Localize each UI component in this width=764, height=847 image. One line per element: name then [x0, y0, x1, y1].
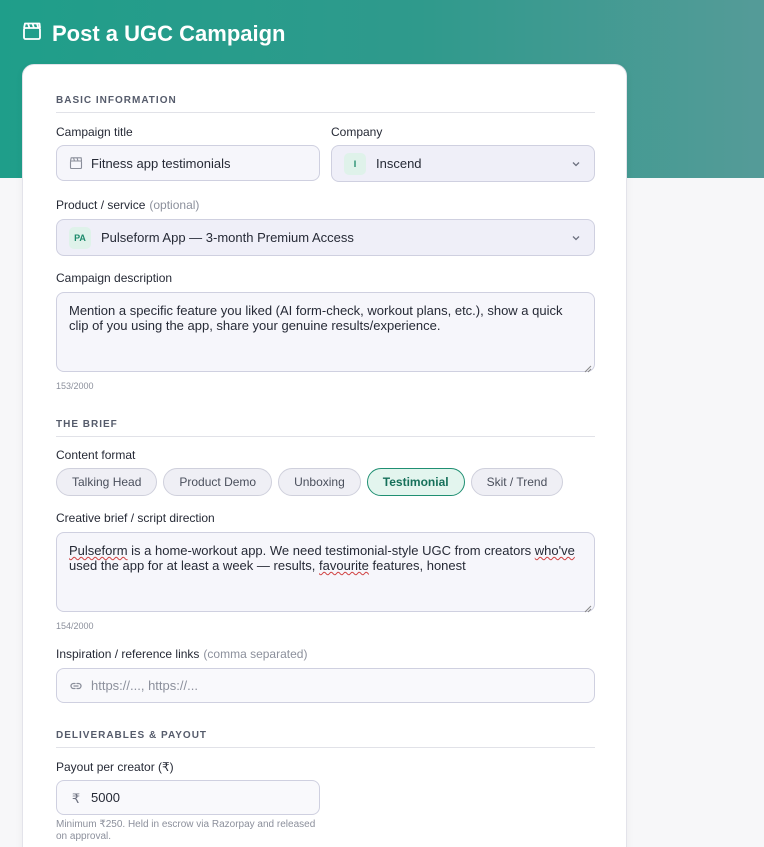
description-label: Campaign description — [56, 271, 173, 285]
inspiration-label-text: Inspiration / reference links — [56, 647, 200, 661]
brief-text-3: features, honest — [368, 558, 466, 573]
section-the-brief: THE BRIEF — [56, 419, 595, 437]
chip-unboxing[interactable]: Unboxing — [278, 468, 361, 496]
company-select[interactable]: I Inscend — [331, 145, 595, 182]
content-format-chips: Talking Head Product Demo Unboxing Testi… — [56, 468, 564, 496]
page-title-text: Post a UGC Campaign — [52, 21, 286, 46]
page-title: Post a UGC Campaign — [22, 19, 285, 49]
product-value: Pulseform App — 3-month Premium Access — [101, 230, 354, 245]
chevron-down-icon — [570, 158, 582, 170]
chip-skit-trend[interactable]: Skit / Trend — [470, 468, 564, 496]
resize-handle-icon[interactable] — [584, 601, 592, 613]
payout-value: 5000 — [91, 790, 120, 805]
campaign-title-label: Campaign title — [56, 125, 133, 139]
company-badge: I — [344, 152, 366, 175]
brief-word-pulseform: Pulseform — [69, 543, 128, 558]
brief-text-1: is a home-workout app. We need testimoni… — [127, 543, 535, 558]
payout-label: Payout per creator (₹) — [56, 760, 174, 774]
payout-input[interactable]: ₹ 5000 — [56, 780, 320, 815]
chip-testimonial[interactable]: Testimonial — [366, 468, 465, 496]
brief-word-favourite: favourite — [319, 558, 369, 573]
payout-help-text: Minimum ₹250. Held in escrow via Razorpa… — [56, 819, 316, 842]
inspiration-hint: (comma separated) — [203, 647, 308, 661]
clapperboard-icon — [22, 21, 42, 47]
chevron-down-icon — [570, 232, 582, 244]
brief-textarea[interactable]: Pulseform is a home-workout app. We need… — [56, 532, 595, 613]
link-icon — [69, 679, 83, 693]
campaign-title-input[interactable]: Fitness app testimonials — [56, 145, 320, 181]
description-value: Mention a specific feature you liked (AI… — [69, 303, 563, 333]
inspiration-input[interactable]: https://..., https://... — [56, 668, 595, 703]
product-label-text: Product / service — [56, 198, 146, 212]
inspiration-label: Inspiration / reference links (comma sepa… — [56, 647, 307, 661]
inspiration-placeholder: https://..., https://... — [91, 678, 198, 693]
rupee-icon: ₹ — [71, 790, 81, 806]
product-optional-hint: (optional) — [149, 198, 200, 212]
chip-product-demo[interactable]: Product Demo — [163, 468, 273, 496]
brief-word-whove: who've — [534, 543, 575, 558]
brief-label: Creative brief / script direction — [56, 511, 215, 525]
company-value: Inscend — [376, 156, 422, 171]
section-deliverables-payout: DELIVERABLES & PAYOUT — [56, 730, 595, 748]
section-basic-information: BASIC INFORMATION — [56, 95, 595, 113]
resize-handle-icon[interactable] — [584, 361, 592, 373]
brief-text-2: used the app for at least a week — resul… — [69, 558, 320, 573]
campaign-title-value: Fitness app testimonials — [91, 155, 231, 171]
product-badge: PA — [69, 226, 91, 249]
description-textarea[interactable]: Mention a specific feature you liked (AI… — [56, 292, 595, 373]
clapperboard-icon — [69, 156, 83, 170]
description-counter: 153/2000 — [56, 381, 94, 391]
content-format-label: Content format — [56, 448, 136, 462]
product-label: Product / service (optional) — [56, 198, 199, 212]
product-select[interactable]: PA Pulseform App — 3-month Premium Acces… — [56, 219, 595, 256]
brief-counter: 154/2000 — [56, 621, 94, 631]
chip-talking-head[interactable]: Talking Head — [56, 468, 158, 496]
campaign-form-card: BASIC INFORMATION Campaign title Fitness… — [22, 64, 627, 847]
company-label: Company — [331, 125, 383, 139]
